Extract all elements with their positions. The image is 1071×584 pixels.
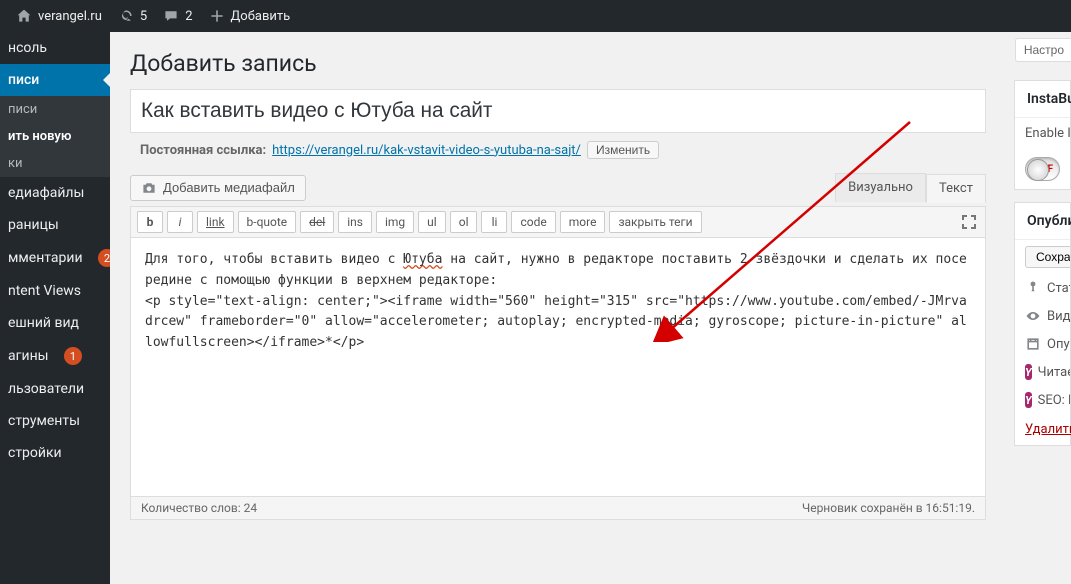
fullscreen-button[interactable]: [959, 212, 979, 232]
autosave-status: Черновик сохранён в 16:51:19.: [802, 501, 975, 515]
sidebar-item-tools[interactable]: струменты: [0, 405, 110, 437]
permalink-row: Постоянная ссылка: https://verangel.ru/k…: [130, 133, 986, 173]
qt-link-button[interactable]: link: [197, 211, 234, 233]
qt-ul-button[interactable]: ul: [418, 211, 446, 233]
sidebar-item-pages[interactable]: раницы: [0, 209, 110, 241]
sidebar-item-content-views[interactable]: ntent Views: [0, 275, 110, 307]
sidebar-item-users[interactable]: льзователи: [0, 373, 110, 405]
qt-img-button[interactable]: img: [376, 211, 414, 233]
word-count: Количество слов: 24: [141, 501, 257, 515]
sidebar-sub-categories[interactable]: ки: [0, 150, 110, 177]
sidebar-sub-add-new[interactable]: ить новую: [0, 123, 110, 150]
yoast-icon: Y: [1025, 392, 1032, 408]
sidebar-item-settings[interactable]: стройки: [0, 437, 110, 469]
sidebar-item-media[interactable]: едиафайлы: [0, 177, 110, 209]
yoast-icon: Y: [1025, 364, 1032, 380]
sidebar-item-appearance[interactable]: ешний вид: [0, 307, 110, 339]
editor-tabs: Визуально Текст: [835, 173, 986, 202]
permalink-label: Постоянная ссылка:: [140, 143, 266, 158]
fullscreen-icon: [959, 212, 979, 232]
home-icon: [16, 8, 32, 24]
sidebar-item-dashboard[interactable]: нсоль: [0, 32, 110, 64]
publish-metabox: Опублико Сохранит Статус Видим Опубл Y Ч…: [1014, 202, 1071, 446]
toolbar-comments[interactable]: 2: [155, 0, 200, 32]
refresh-icon: [118, 8, 134, 24]
save-draft-button[interactable]: Сохранит: [1025, 246, 1070, 268]
qt-ins-button[interactable]: ins: [338, 211, 372, 233]
post-title-wrap: [130, 89, 986, 133]
sidebar-sub-all-posts[interactable]: писи: [0, 96, 110, 123]
page-title: Добавить запись: [130, 32, 986, 89]
content-textarea[interactable]: Для того, чтобы вставить видео с Ютуба н…: [131, 238, 985, 496]
camera-icon: [141, 180, 157, 196]
toolbar-updates[interactable]: 5: [110, 0, 155, 32]
eye-icon: [1025, 308, 1041, 324]
editor-status-bar: Количество слов: 24 Черновик сохранён в …: [130, 497, 986, 520]
plus-icon: [209, 8, 225, 24]
permalink-link[interactable]: https://verangel.ru/kak-vstavit-video-s-…: [272, 143, 581, 158]
quicktags-toolbar: b i link b-quote del ins img ul ol li co…: [131, 207, 985, 238]
add-media-button[interactable]: Добавить медиафайл: [130, 175, 306, 201]
editor-container: b i link b-quote del ins img ul ol li co…: [130, 206, 986, 497]
sidebar-posts-submenu: писи ить новую ки: [0, 96, 110, 177]
site-name: verangel.ru: [38, 9, 102, 24]
qt-del-button[interactable]: del: [300, 211, 334, 233]
qt-italic-button[interactable]: i: [167, 211, 193, 233]
toolbar-add[interactable]: Добавить: [201, 0, 299, 32]
post-title-input[interactable]: [130, 89, 986, 133]
publish-title: Опублико: [1015, 203, 1070, 240]
comments-badge: 2: [98, 249, 110, 267]
tab-text[interactable]: Текст: [926, 174, 986, 203]
instabuilder-toggle[interactable]: OFF: [1025, 157, 1060, 181]
qt-bold-button[interactable]: b: [137, 211, 163, 233]
sidebar-item-plugins[interactable]: агины 1: [0, 339, 110, 373]
main-content: Добавить запись Постоянная ссылка: https…: [110, 32, 1006, 584]
publish-visibility-row: Видим: [1015, 302, 1070, 330]
qt-more-button[interactable]: more: [560, 211, 606, 233]
instabuilder-metabox: InstaBuild Enable Inst OFF: [1014, 80, 1071, 190]
toolbar-site[interactable]: verangel.ru: [8, 0, 110, 32]
instabuilder-title: InstaBuild: [1015, 81, 1070, 118]
publish-readability-row: Y Читаем: [1015, 358, 1070, 386]
calendar-icon: [1025, 336, 1041, 352]
right-sidebar: Настро InstaBuild Enable Inst OFF Опубли…: [1006, 32, 1071, 584]
move-to-trash-link[interactable]: Удалить: [1015, 414, 1071, 445]
spellcheck-highlight: Ютуба: [403, 252, 442, 267]
screen-options-button[interactable]: Настро: [1015, 38, 1071, 62]
tab-visual[interactable]: Визуально: [835, 173, 926, 202]
comment-icon: [163, 8, 179, 24]
plugins-badge: 1: [64, 347, 82, 365]
edit-permalink-button[interactable]: Изменить: [587, 141, 659, 159]
pin-icon: [1025, 280, 1041, 296]
qt-close-button[interactable]: закрыть теги: [609, 211, 701, 233]
qt-bquote-button[interactable]: b-quote: [238, 211, 297, 233]
publish-status-row: Статус: [1015, 274, 1070, 302]
sidebar-item-posts[interactable]: писи: [0, 64, 110, 96]
publish-schedule-row: Опубл: [1015, 330, 1070, 358]
admin-toolbar: verangel.ru 5 2 Добавить: [0, 0, 1071, 32]
qt-ol-button[interactable]: ol: [450, 211, 478, 233]
sidebar-item-comments[interactable]: мментарии 2: [0, 241, 110, 275]
publish-seo-row: Y SEO: Н: [1015, 386, 1070, 414]
instabuilder-enable-row: Enable Inst: [1015, 118, 1070, 149]
admin-sidebar: нсоль писи писи ить новую ки едиафайлы р…: [0, 32, 110, 584]
qt-li-button[interactable]: li: [481, 211, 507, 233]
qt-code-button[interactable]: code: [511, 211, 555, 233]
